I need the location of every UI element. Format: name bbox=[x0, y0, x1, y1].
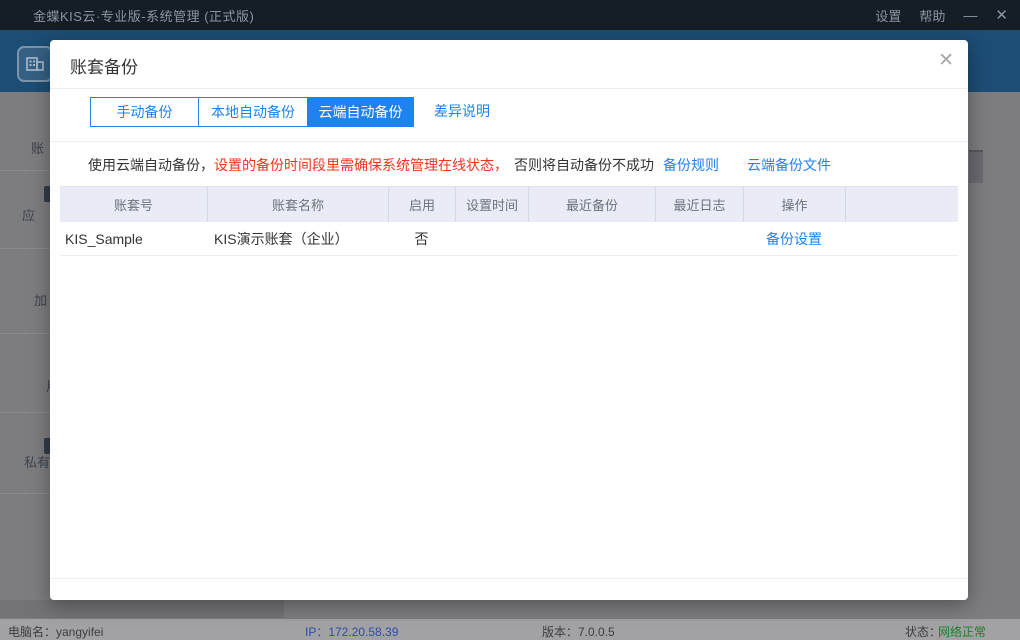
cell-account-name: KIS演示账套（企业） bbox=[207, 222, 388, 255]
backup-table: 账套号 账套名称 启用 设置时间 最近备份 最近日志 操作 KIS_Sample… bbox=[60, 186, 958, 256]
background-scrollbar bbox=[969, 150, 983, 183]
col-header-action: 操作 bbox=[743, 187, 845, 222]
col-header-recent-backup: 最近备份 bbox=[528, 187, 655, 222]
settings-menu-item[interactable]: 设置 bbox=[875, 6, 901, 25]
account-backup-dialog: 账套备份 ✕ 手动备份 本地自动备份 云端自动备份 差异说明 使用云端自动备份，… bbox=[50, 40, 968, 600]
cell-blank bbox=[845, 222, 958, 255]
col-header-recent-log: 最近日志 bbox=[655, 187, 743, 222]
help-menu-item[interactable]: 帮助 bbox=[919, 6, 945, 25]
notice-text: 使用云端自动备份， bbox=[88, 155, 214, 175]
status-label: 状态： bbox=[905, 623, 941, 640]
dialog-close-icon[interactable]: ✕ bbox=[938, 51, 954, 70]
col-header-enabled: 启用 bbox=[388, 187, 455, 222]
notice-text: 否则将自动备份不成功 bbox=[514, 155, 654, 175]
backup-notice: 使用云端自动备份， 设置的备份时间段里需确保系统管理在线状态， 否则将自动备份不… bbox=[50, 143, 968, 186]
cell-account-no: KIS_Sample bbox=[60, 222, 207, 255]
backup-tabs: 手动备份 本地自动备份 云端自动备份 差异说明 bbox=[90, 97, 492, 127]
backup-settings-link[interactable]: 备份设置 bbox=[743, 222, 845, 255]
col-header-set-time: 设置时间 bbox=[455, 187, 528, 222]
cloud-backup-files-link[interactable]: 云端备份文件 bbox=[747, 155, 831, 175]
divider bbox=[0, 333, 52, 334]
dialog-title: 账套备份 bbox=[70, 53, 138, 78]
version-number: 版本：7.0.0.5 bbox=[542, 623, 615, 640]
tab-local-auto-backup[interactable]: 本地自动备份 bbox=[198, 97, 308, 127]
col-header-account-no: 账套号 bbox=[60, 187, 207, 222]
divider bbox=[50, 578, 968, 579]
divider bbox=[50, 141, 968, 142]
company-icon bbox=[17, 46, 53, 82]
divider bbox=[50, 88, 968, 89]
col-header-account-name: 账套名称 bbox=[207, 187, 388, 222]
network-status: 网络正常 bbox=[938, 623, 986, 640]
tab-difference-notes[interactable]: 差异说明 bbox=[432, 97, 492, 127]
table-header-row: 账套号 账套名称 启用 设置时间 最近备份 最近日志 操作 bbox=[60, 186, 958, 222]
ip-address: IP：172.20.58.39 bbox=[305, 623, 398, 640]
col-header-blank bbox=[845, 187, 958, 222]
computer-name: 电脑名：yangyifei bbox=[8, 623, 103, 640]
tab-cloud-auto-backup[interactable]: 云端自动备份 bbox=[307, 97, 414, 127]
background-panel-edge bbox=[0, 600, 284, 618]
tab-manual-backup[interactable]: 手动备份 bbox=[90, 97, 199, 127]
window-title: 金蝶KIS云·专业版-系统管理 (正式版) bbox=[33, 6, 254, 25]
background-label-fragment: 应 bbox=[22, 205, 35, 224]
background-label-fragment: 账 bbox=[31, 138, 44, 157]
cell-enabled: 否 bbox=[388, 222, 455, 255]
notice-warning-text: 设置的备份时间段里需确保系统管理在线状态， bbox=[214, 155, 508, 175]
divider bbox=[0, 412, 52, 413]
window-close-icon[interactable]: ✕ bbox=[995, 6, 1008, 24]
cell-set-time bbox=[455, 222, 528, 255]
cell-recent-backup bbox=[528, 222, 655, 255]
background-label-fragment: 私有 bbox=[24, 452, 50, 471]
backup-rules-link[interactable]: 备份规则 bbox=[663, 155, 719, 175]
divider bbox=[0, 170, 52, 171]
cell-recent-log bbox=[655, 222, 743, 255]
minimize-icon[interactable]: — bbox=[963, 7, 977, 23]
status-bar: 电脑名：yangyifei IP：172.20.58.39 版本：7.0.0.5… bbox=[0, 618, 1020, 640]
table-row[interactable]: KIS_Sample KIS演示账套（企业） 否 备份设置 bbox=[60, 222, 958, 256]
divider bbox=[0, 493, 52, 494]
divider bbox=[0, 248, 52, 249]
background-label-fragment: 加 bbox=[34, 290, 47, 309]
window-titlebar: 金蝶KIS云·专业版-系统管理 (正式版) 设置 帮助 — ✕ bbox=[0, 0, 1020, 30]
